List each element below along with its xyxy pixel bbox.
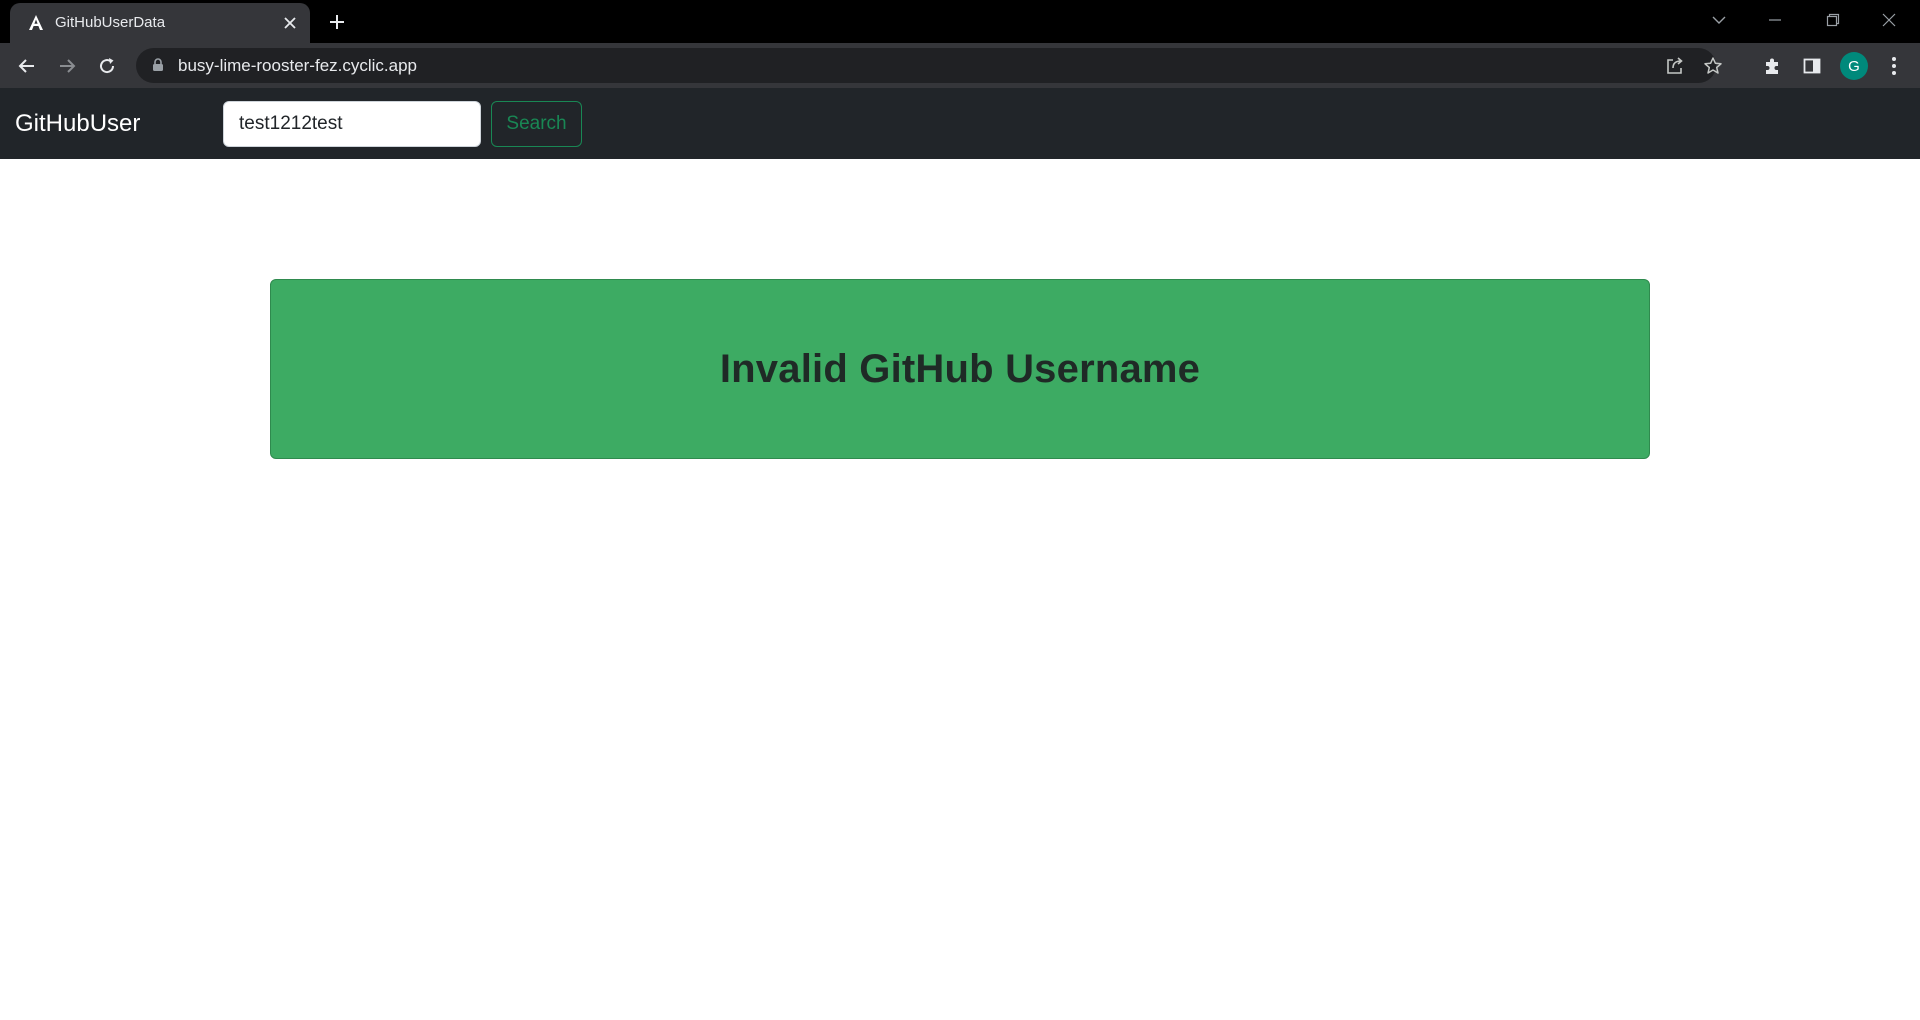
- extensions-puzzle-icon[interactable]: [1757, 51, 1787, 81]
- browser-tab-strip: GitHubUserData: [0, 0, 1920, 43]
- alert-message: Invalid GitHub Username: [719, 346, 1201, 391]
- share-icon[interactable]: [1662, 53, 1688, 79]
- browser-toolbar: busy-lime-rooster-fez.cyclic.app G: [0, 43, 1920, 88]
- navbar-brand[interactable]: GitHubUser: [15, 110, 140, 138]
- new-tab-plus-icon[interactable]: [325, 10, 349, 34]
- app-navbar: GitHubUser Search: [0, 88, 1920, 159]
- profile-avatar[interactable]: G: [1840, 52, 1868, 80]
- tab-search-chevron-icon[interactable]: [1696, 5, 1742, 35]
- bookmark-star-icon[interactable]: [1700, 53, 1726, 79]
- lock-icon[interactable]: [150, 57, 166, 73]
- address-bar[interactable]: busy-lime-rooster-fez.cyclic.app: [136, 48, 1722, 83]
- minimize-icon[interactable]: [1752, 5, 1798, 35]
- url-text[interactable]: busy-lime-rooster-fez.cyclic.app: [178, 56, 417, 76]
- error-alert: Invalid GitHub Username: [270, 279, 1650, 459]
- restore-icon[interactable]: [1810, 5, 1856, 35]
- browser-tab[interactable]: GitHubUserData: [10, 3, 310, 43]
- back-arrow-icon[interactable]: [12, 51, 42, 81]
- close-icon[interactable]: [280, 13, 300, 33]
- angular-logo-icon: [26, 13, 46, 33]
- search-button[interactable]: Search: [491, 101, 582, 147]
- username-search-input[interactable]: [223, 101, 481, 147]
- reload-icon[interactable]: [92, 51, 122, 81]
- tab-title: GitHubUserData: [55, 14, 166, 31]
- forward-arrow-icon[interactable]: [52, 51, 82, 81]
- kebab-menu-icon[interactable]: [1879, 51, 1909, 81]
- window-close-icon[interactable]: [1866, 5, 1912, 35]
- side-panel-icon[interactable]: [1797, 51, 1827, 81]
